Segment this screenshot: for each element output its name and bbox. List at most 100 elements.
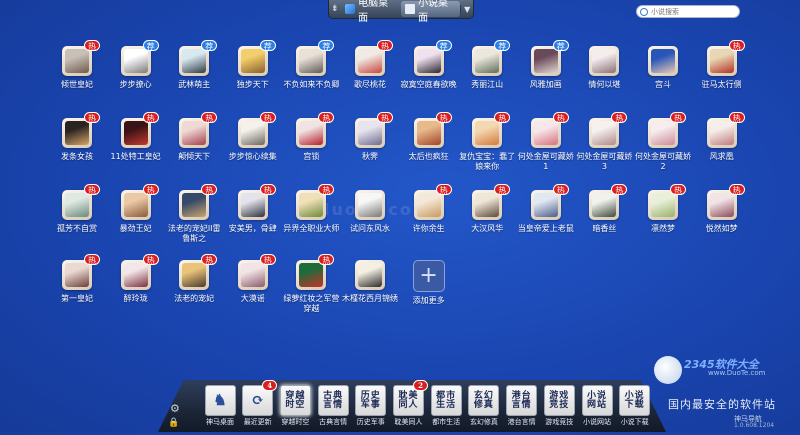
add-more-button[interactable]: + 添加更多 — [399, 260, 459, 326]
app-icon[interactable]: 荐风雅加画 — [516, 40, 576, 112]
refresh-icon: ⟳ — [251, 391, 264, 409]
plus-icon: + — [419, 263, 438, 288]
dock-item[interactable]: 穿越时空 穿越时空 — [276, 385, 314, 435]
cover-art — [123, 121, 148, 145]
app-label: 不负如来不负卿 — [283, 80, 340, 89]
chevron-down-icon[interactable]: ▼ — [460, 4, 473, 14]
app-icon[interactable]: 荐武林萌主 — [164, 40, 224, 112]
cover-art — [416, 121, 441, 145]
dock-tile-text: 都市生活 — [436, 390, 457, 410]
app-icon[interactable]: 热太后也疯狂 — [399, 112, 459, 184]
app-icon[interactable]: 木槿花西月锦绣 — [340, 260, 400, 326]
cover-art — [709, 121, 734, 145]
dock-item[interactable]: 历史军事 历史军事 — [352, 385, 390, 435]
tab-pc-desktop[interactable]: 电脑桌面 — [341, 0, 401, 24]
app-label: 独步天下 — [236, 80, 269, 89]
cover-art — [65, 121, 89, 145]
hot-badge: 热 — [611, 112, 628, 123]
dock-tile: 小说网站 — [581, 385, 613, 416]
app-icon[interactable]: 热歌尽桃花 — [340, 40, 400, 112]
book-cover: 热 — [120, 254, 159, 290]
hot-badge: 热 — [142, 254, 159, 265]
dock-item[interactable]: 玄幻修真 玄幻修真 — [465, 385, 503, 435]
app-icon[interactable]: 热醉玲珑 — [106, 254, 166, 326]
lock-icon[interactable]: 🔒 — [168, 418, 179, 428]
app-icon[interactable]: 热风求凰 — [692, 112, 752, 184]
app-icon[interactable]: 热 11处特工皇妃 — [106, 112, 166, 184]
book-cover: 荐 — [530, 40, 569, 76]
app-label: 异界全职业大师 — [283, 224, 340, 233]
search-input[interactable] — [651, 7, 731, 16]
book-cover: 热 — [296, 184, 335, 220]
dock-item[interactable]: 耽美同人 2 耽美同人 — [390, 380, 428, 435]
cover-art — [533, 49, 558, 73]
app-icon[interactable]: 热当皇帝爱上老鼠 — [516, 184, 576, 256]
app-icon[interactable]: 热何处金屋可藏娇3 — [574, 112, 634, 184]
app-icon[interactable]: 热发条女孩 — [47, 112, 107, 184]
book-cover: 热 — [120, 112, 159, 148]
cover-art — [182, 263, 207, 287]
book-cover: 热 — [120, 184, 159, 220]
app-icon[interactable]: 热安美男，骨肆 — [223, 184, 283, 256]
app-icon[interactable]: 荐寂寞空庭春欲晚 — [399, 40, 459, 112]
book-cover: 热 — [62, 112, 100, 148]
recommend-badge: 荐 — [494, 40, 511, 51]
cover-art — [651, 121, 675, 145]
app-icon[interactable]: 热倾世皇妃 — [47, 40, 107, 112]
app-icon[interactable]: 热异界全职业大师 — [281, 184, 341, 256]
hot-badge: 热 — [494, 112, 511, 123]
app-icon[interactable]: 热宫锁 — [281, 112, 341, 184]
app-icon[interactable]: 热法老的宠妃II雷鲁斯之 — [164, 184, 224, 256]
app-icon[interactable]: 热何处金屋可藏娇2 — [633, 112, 693, 184]
cover-art — [299, 121, 324, 145]
app-icon[interactable]: 热孤芳不自赏 — [47, 184, 107, 256]
app-icon[interactable]: 热暗香丝 — [574, 184, 634, 256]
app-label: 风雅加画 — [529, 80, 562, 89]
app-icon[interactable]: 热复仇宝宝：蠢了娘来你 — [457, 112, 517, 184]
app-icon[interactable]: 荐步步撩心 — [106, 40, 166, 112]
app-icon[interactable]: 热悦然如梦 — [692, 184, 752, 256]
app-icon[interactable]: 宫斗 — [633, 46, 693, 112]
dock-item[interactable]: ⟳ 4 最近更新 — [239, 380, 278, 435]
app-icon[interactable]: 荐不负如来不负卿 — [281, 40, 341, 112]
tab-novel-desktop[interactable]: 小说桌面 — [400, 0, 461, 24]
dock-item[interactable]: 港台言情 港台言情 — [503, 385, 541, 435]
dock-item[interactable]: 游戏竞技 游戏竞技 — [540, 385, 578, 435]
app-icon[interactable]: 荐独步天下 — [223, 40, 283, 112]
dock-item[interactable]: 小说网站 小说网站 — [578, 385, 616, 435]
book-cover: 热 — [355, 112, 393, 148]
dock-tile: ⟳ 4 — [242, 380, 278, 416]
app-label: 复仇宝宝：蠢了娘来你 — [459, 152, 516, 171]
dock-item[interactable]: 都市生活 都市生活 — [427, 385, 465, 435]
cover-art — [475, 121, 500, 145]
app-icon[interactable]: 热法老的宠妃 — [164, 254, 224, 326]
app-icon[interactable]: 热驻马太行侧 — [692, 40, 752, 112]
app-icon[interactable]: 热大漠谣 — [223, 254, 283, 326]
search-icon[interactable] — [640, 7, 648, 16]
pin-icon[interactable]: ⇟ — [329, 4, 341, 14]
app-icon[interactable]: 试问东风水 — [340, 190, 400, 256]
cover-art — [65, 49, 89, 73]
app-icon[interactable]: 热何处金屋可藏娇1 — [516, 112, 576, 184]
app-icon[interactable]: 情何以堪 — [574, 46, 634, 112]
settings-gear-icon[interactable]: ⚙ — [170, 402, 180, 415]
dock-tile-text: 历史军事 — [360, 390, 381, 410]
cover-art — [240, 49, 265, 73]
app-icon[interactable]: 热凛然梦 — [633, 184, 693, 256]
hot-badge: 热 — [318, 112, 335, 123]
dock-item[interactable]: 古典言情 古典言情 — [314, 385, 352, 435]
app-icon[interactable]: 热许你余生 — [399, 184, 459, 256]
app-icon[interactable]: 热暴劲王妃 — [106, 184, 166, 256]
app-icon[interactable]: 荐秀丽江山 — [457, 40, 517, 112]
recommend-badge: 荐 — [318, 40, 335, 51]
app-icon[interactable]: 热颠倾天下 — [164, 112, 224, 184]
app-icon[interactable]: 热步步惊心续集 — [223, 112, 283, 184]
dock-item[interactable]: ♞ 神马桌面 — [201, 385, 239, 435]
book-cover: 热 — [355, 40, 393, 76]
windows-icon — [344, 4, 356, 14]
app-icon[interactable]: 热秋霁 — [340, 112, 400, 184]
app-icon[interactable]: 热绿萝红妆之军营穿越 — [281, 254, 341, 326]
hot-badge: 热 — [84, 254, 100, 265]
app-icon[interactable]: 热大汉风华 — [457, 184, 517, 256]
app-icon[interactable]: 热第一皇妃 — [47, 254, 107, 326]
